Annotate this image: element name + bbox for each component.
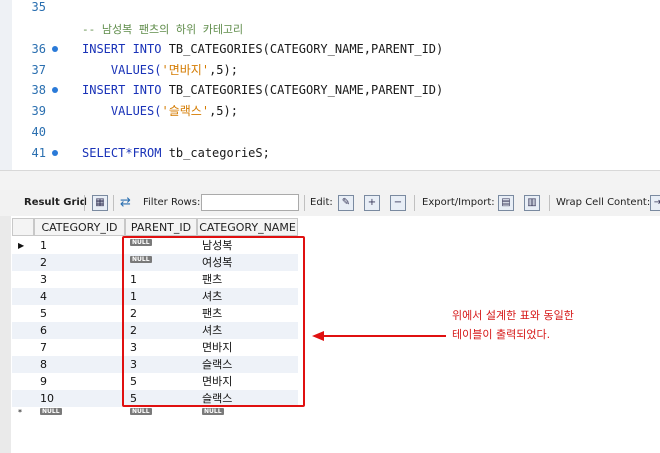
- cell-category-id[interactable]: 2: [40, 254, 47, 271]
- export-import-label: Export/Import:: [422, 197, 495, 208]
- edit-row-icon[interactable]: ✎: [338, 195, 354, 211]
- sql-text: tb_categorieS;: [161, 146, 270, 160]
- column-header-category-id[interactable]: CATEGORY_ID: [34, 218, 125, 236]
- code-text: SELECT*FROM tb_categorieS;: [82, 143, 270, 163]
- sql-string: '슬랙스': [161, 104, 210, 118]
- filter-rows-label: Filter Rows:: [143, 197, 201, 208]
- code-line[interactable]: -- 남성복 팬츠의 하위 카테고리: [0, 19, 660, 39]
- new-row-icon: *: [18, 408, 22, 417]
- code-line[interactable]: 38 INSERT INTO TB_CATEGORIES(CATEGORY_NAM…: [0, 80, 660, 100]
- sql-text: ,5);: [209, 63, 238, 77]
- code-text: -- 남성복 팬츠의 하위 카테고리: [82, 19, 243, 40]
- line-number: 41: [31, 146, 46, 160]
- cell-category-id[interactable]: 8: [40, 356, 47, 373]
- result-toolbar: Result Grid ▦ ⇄ Filter Rows: Edit: ✎ + −…: [0, 190, 660, 217]
- panel-divider[interactable]: [0, 170, 660, 191]
- toolbar-separator: [84, 195, 85, 211]
- line-number: 40: [31, 125, 46, 139]
- result-grid-tab[interactable]: Result Grid: [24, 190, 87, 216]
- sql-string: '면바지': [161, 63, 210, 77]
- cell-category-id[interactable]: 1: [40, 237, 47, 254]
- edit-label: Edit:: [310, 197, 333, 208]
- cell-category-id[interactable]: 4: [40, 288, 47, 305]
- statement-marker-icon[interactable]: [52, 87, 58, 93]
- code-line[interactable]: 36 INSERT INTO TB_CATEGORIES(CATEGORY_NAM…: [0, 39, 660, 59]
- current-row-icon: ▶: [18, 241, 25, 250]
- sql-keyword: SELECT*FROM: [82, 146, 162, 160]
- toolbar-separator: [113, 195, 114, 211]
- line-number: 35: [31, 0, 46, 14]
- sql-text: TB_CATEGORIES(CATEGORY_NAME,PARENT_ID): [161, 42, 444, 56]
- sql-text: ,5);: [209, 104, 238, 118]
- code-text: INSERT INTO TB_CATEGORIES(CATEGORY_NAME,…: [82, 80, 443, 100]
- code-line[interactable]: 35: [0, 0, 660, 17]
- sql-editor[interactable]: 35 -- 남성복 팬츠의 하위 카테고리 36 INSERT INTO TB_CAT…: [0, 0, 660, 170]
- import-icon[interactable]: ▥: [524, 195, 540, 211]
- code-text: VALUES('면바지',5);: [82, 60, 238, 80]
- grid-view-icon[interactable]: ▦: [92, 195, 108, 211]
- cell-category-id[interactable]: 7: [40, 339, 47, 356]
- toolbar-separator: [414, 195, 415, 211]
- cell-category-id[interactable]: 5: [40, 305, 47, 322]
- toolbar-separator: [549, 195, 550, 211]
- column-header-category-name[interactable]: CATEGORY_NAME: [197, 218, 298, 236]
- toolbar-separator: [304, 195, 305, 211]
- cell-category-id[interactable]: 3: [40, 271, 47, 288]
- annotation-text-2: 테이블이 출력되었다.: [452, 328, 551, 341]
- highlight-box: [122, 236, 305, 407]
- export-icon[interactable]: ▤: [498, 195, 514, 211]
- sql-text: TB_CATEGORIES(CATEGORY_NAME,PARENT_ID): [161, 83, 444, 97]
- sql-keyword: INSERT INTO: [82, 83, 162, 97]
- annotation-text-1: 위에서 설계한 표와 동일한: [452, 309, 574, 322]
- refresh-icon[interactable]: ⇄: [120, 190, 131, 216]
- filter-rows-input[interactable]: [201, 194, 299, 211]
- code-text: INSERT INTO TB_CATEGORIES(CATEGORY_NAME,…: [82, 39, 443, 59]
- sql-keyword: VALUES(: [82, 63, 162, 77]
- delete-row-icon[interactable]: −: [390, 195, 406, 211]
- new-row[interactable]: * NULL NULL NULL: [12, 407, 298, 421]
- add-row-icon[interactable]: +: [364, 195, 380, 211]
- line-number: 37: [31, 63, 46, 77]
- grid-left-rail: [0, 216, 11, 453]
- null-badge: NULL: [40, 408, 62, 415]
- wrap-cell-label: Wrap Cell Content:: [556, 197, 651, 208]
- code-comment: -- 남성복 팬츠의 하위 카테고리: [82, 23, 244, 36]
- row-header-corner: [12, 218, 34, 236]
- sql-keyword: VALUES(: [82, 104, 162, 118]
- cell-category-id[interactable]: 9: [40, 373, 47, 390]
- null-badge: NULL: [202, 408, 224, 415]
- cell-category-id[interactable]: 10: [40, 390, 54, 407]
- line-number: 38: [31, 83, 46, 97]
- cell-category-id[interactable]: 6: [40, 322, 47, 339]
- column-header-parent-id[interactable]: PARENT_ID: [125, 218, 197, 236]
- wrap-cell-icon[interactable]: ⇥: [650, 195, 660, 211]
- line-number: 36: [31, 42, 46, 56]
- sql-keyword: INSERT INTO: [82, 42, 162, 56]
- code-line[interactable]: 41 SELECT*FROM tb_categorieS;: [0, 143, 660, 163]
- code-text: VALUES('슬랙스',5);: [82, 101, 238, 121]
- statement-marker-icon[interactable]: [52, 46, 58, 52]
- code-line[interactable]: 37 VALUES('면바지',5);: [0, 60, 660, 80]
- code-line[interactable]: 39 VALUES('슬랙스',5);: [0, 101, 660, 121]
- line-number: 39: [31, 104, 46, 118]
- statement-marker-icon[interactable]: [52, 150, 58, 156]
- null-badge: NULL: [130, 408, 152, 415]
- code-line[interactable]: 40: [0, 122, 660, 142]
